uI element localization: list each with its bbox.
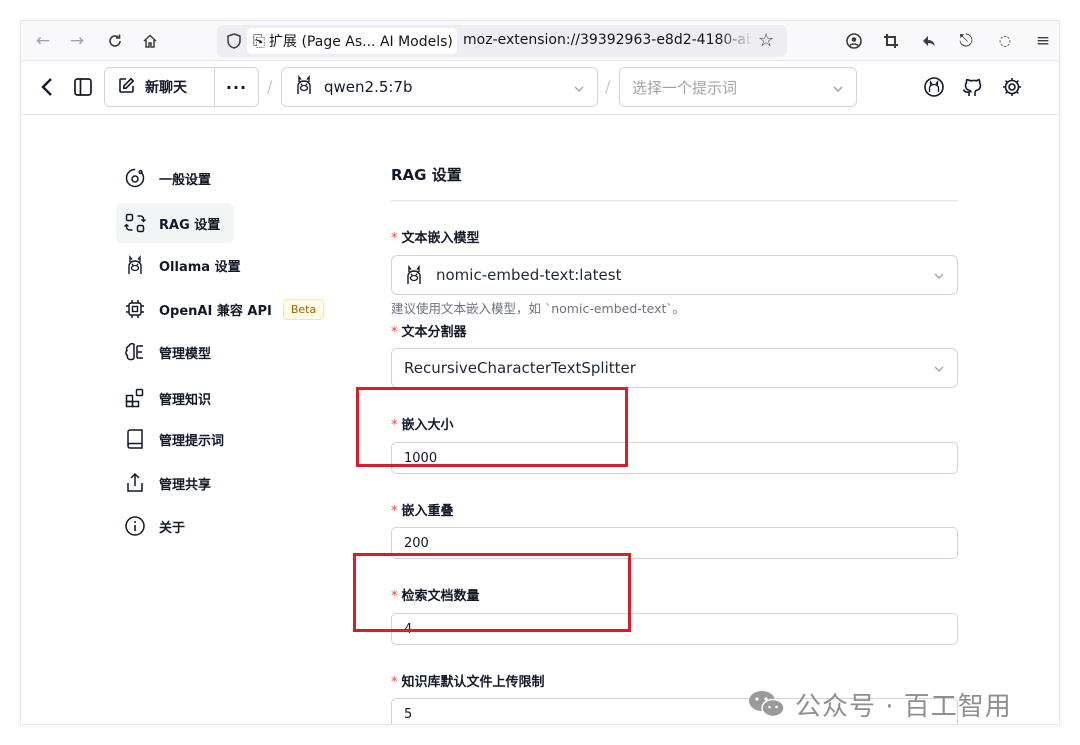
chevron-down-icon (573, 80, 585, 99)
new-chat-button[interactable]: 新聊天 (105, 68, 215, 106)
chat-icon[interactable]: ◌ (993, 29, 1017, 53)
sidebar-item-label: 一般设置 (159, 172, 212, 188)
forward-icon[interactable]: → (65, 29, 89, 53)
sidebar-item-manage-prompts[interactable]: 管理提示词 (116, 419, 224, 459)
sidebar-item-label: 关于 (159, 520, 186, 536)
shield-icon[interactable] (225, 32, 243, 54)
chevron-down-icon (933, 268, 945, 286)
sidebar-item-label: 管理提示词 (159, 433, 225, 449)
beta-badge: Beta (282, 298, 325, 320)
chevron-down-icon (933, 361, 945, 379)
edit-icon (118, 77, 135, 98)
required-mark: * (391, 325, 398, 340)
sidebar-item-label: OpenAI 兼容 API (159, 303, 272, 319)
settings-gear-icon[interactable] (999, 74, 1025, 100)
reload-icon[interactable] (103, 29, 127, 53)
new-chat-label: 新聊天 (145, 80, 187, 96)
home-icon[interactable] (138, 29, 162, 53)
sidebar-item-general[interactable]: 一般设置 (116, 158, 211, 198)
blocks-icon (123, 386, 147, 410)
embedding-model-value: nomic-embed-text:latest (436, 266, 622, 284)
extension-icon: ⎘ (253, 32, 266, 50)
watermark-text: 公众号 · 百工智用 (795, 691, 1012, 722)
ollama-circle-icon[interactable] (921, 74, 947, 100)
model-select[interactable]: qwen2.5:7b (281, 67, 598, 107)
url-text[interactable]: moz-extension://39392963-e8d2-4180-ab79- (463, 32, 753, 48)
header-separator: / (605, 77, 611, 96)
sidebar-item-label: 管理模型 (159, 346, 212, 362)
sidebar-item-label: 管理知识 (159, 392, 212, 408)
reply-icon[interactable] (917, 29, 941, 53)
sidebar-item-label: Ollama 设置 (159, 259, 241, 275)
required-mark: * (391, 504, 398, 519)
sidebar-item-openai-api[interactable]: OpenAI 兼容 API Beta (116, 289, 325, 329)
sidebar-item-label: 管理共享 (159, 477, 212, 493)
highlight-box-retrieved-docs (353, 553, 631, 632)
chunk-overlap-label: * 嵌入重叠 (391, 504, 454, 519)
extension-chip-label: 扩展 (Page As... AI Models) (269, 34, 453, 50)
chevron-down-icon (832, 80, 844, 99)
url-bar[interactable]: ⎘ 扩展 (Page As... AI Models) moz-extensio… (217, 25, 787, 57)
llama-icon (123, 253, 147, 277)
extension-chip[interactable]: ⎘ 扩展 (Page As... AI Models) (247, 28, 457, 54)
sidebar-item-rag[interactable]: RAG 设置 (116, 203, 234, 243)
sidebar-toggle-icon[interactable] (71, 75, 95, 99)
splitter-value: RecursiveCharacterTextSplitter (404, 359, 636, 377)
menu-icon[interactable]: ≡ (1031, 29, 1055, 53)
brain-icon (123, 340, 147, 364)
watermark: 公众号 · 百工智用 (747, 684, 1012, 724)
sidebar-item-manage-sharing[interactable]: 管理共享 (116, 463, 211, 503)
more-options-button[interactable]: ··· (215, 78, 258, 97)
splitter-select[interactable]: RecursiveCharacterTextSplitter (391, 348, 958, 388)
bookmark-star-icon[interactable]: ☆ (758, 30, 774, 51)
app-header: 新聊天 ··· / qwen2.5:7b / 选择一个提示词 (21, 61, 1059, 115)
book-icon (123, 427, 147, 451)
account-icon[interactable] (842, 29, 866, 53)
section-title: RAG 设置 (391, 166, 462, 184)
wechat-icon (749, 691, 785, 718)
cpu-chip-icon (123, 297, 147, 321)
model-select-value: qwen2.5:7b (324, 78, 413, 96)
required-mark: * (391, 231, 398, 246)
required-mark: * (391, 675, 398, 690)
section-divider (391, 200, 958, 201)
share-icon[interactable]: ⎋ (954, 29, 978, 53)
splitter-label: * 文本分割器 (391, 325, 467, 340)
sidebar-item-about[interactable]: 关于 (116, 506, 185, 546)
highlight-box-chunk-size (356, 387, 628, 467)
info-icon (123, 514, 147, 538)
prompt-select[interactable]: 选择一个提示词 (619, 67, 857, 107)
embedding-model-hint: 建议使用文本嵌入模型，如 `nomic-embed-text`。 (391, 301, 686, 316)
sidebar-item-manage-knowledge[interactable]: 管理知识 (116, 378, 211, 418)
prompt-select-placeholder: 选择一个提示词 (632, 78, 738, 97)
upload-limit-label: * 知识库默认文件上传限制 (391, 675, 545, 690)
back-icon[interactable]: ← (31, 29, 55, 53)
general-settings-icon (123, 166, 147, 190)
sidebar-item-ollama[interactable]: Ollama 设置 (116, 245, 241, 285)
screenshot-crop-icon[interactable] (879, 29, 903, 53)
embedding-model-select[interactable]: nomic-embed-text:latest (391, 255, 958, 295)
sidebar-item-manage-models[interactable]: 管理模型 (116, 332, 211, 372)
rag-icon (123, 211, 147, 235)
github-icon[interactable] (959, 74, 985, 100)
sidebar-item-label: RAG 设置 (159, 217, 221, 233)
llama-icon (404, 264, 424, 286)
llama-icon (294, 74, 314, 100)
browser-toolbar: ← → ⎘ 扩展 (Page As... AI Models) moz-exte… (21, 21, 1059, 61)
share-upload-icon (123, 471, 147, 495)
embedding-model-label: * 文本嵌入模型 (391, 231, 480, 246)
header-separator: / (267, 77, 273, 96)
back-chevron-icon[interactable] (35, 75, 59, 99)
new-chat-group: 新聊天 ··· (104, 67, 259, 107)
